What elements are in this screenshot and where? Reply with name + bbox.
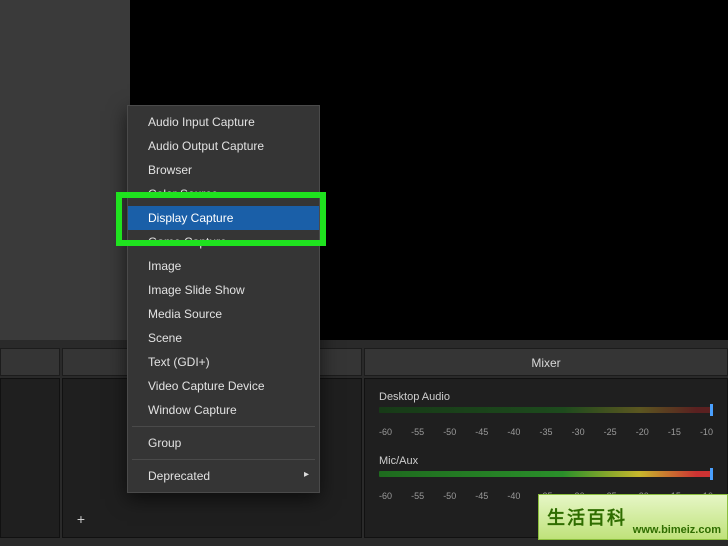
add-source-button[interactable]: + — [71, 509, 91, 529]
mixer-channel-label: Mic/Aux — [379, 455, 713, 467]
tick: -10 — [700, 427, 713, 437]
mixer-meter — [379, 407, 713, 413]
tick: -40 — [507, 491, 520, 501]
menu-item-image-slide-show[interactable]: Image Slide Show — [128, 278, 319, 302]
add-source-context-menu[interactable]: Audio Input Capture Audio Output Capture… — [127, 105, 320, 493]
tick: -55 — [411, 427, 424, 437]
tick: -30 — [572, 427, 585, 437]
menu-item-display-capture[interactable]: Display Capture — [128, 206, 319, 230]
mixer-track[interactable] — [379, 471, 713, 489]
mixer-channel-label: Desktop Audio — [379, 391, 713, 403]
menu-item-group[interactable]: Group — [128, 431, 319, 455]
panel-tab-scenes[interactable] — [0, 348, 60, 376]
mixer-meter — [379, 471, 713, 477]
tick: -25 — [604, 427, 617, 437]
tick: -50 — [443, 491, 456, 501]
left-gutter — [0, 0, 130, 340]
menu-item-color-source[interactable]: Color Source — [128, 182, 319, 206]
tick: -60 — [379, 427, 392, 437]
scenes-panel[interactable] — [0, 378, 60, 538]
menu-item-audio-output-capture[interactable]: Audio Output Capture — [128, 134, 319, 158]
mixer-fader-handle[interactable] — [710, 404, 713, 416]
panel-headers: Mixer — [0, 348, 728, 376]
menu-item-text-gdi[interactable]: Text (GDI+) — [128, 350, 319, 374]
obs-app-frame: Mixer + Desktop Audio -60 -55 -50 -45 -4… — [0, 0, 728, 546]
mixer-track[interactable] — [379, 407, 713, 425]
watermark-text: 生活百科 — [547, 504, 627, 530]
menu-separator — [132, 459, 315, 460]
tick: -45 — [475, 427, 488, 437]
tick: -55 — [411, 491, 424, 501]
menu-item-browser[interactable]: Browser — [128, 158, 319, 182]
menu-item-media-source[interactable]: Media Source — [128, 302, 319, 326]
mixer-channel: Desktop Audio -60 -55 -50 -45 -40 -35 -3… — [379, 391, 713, 437]
menu-item-audio-input-capture[interactable]: Audio Input Capture — [128, 110, 319, 134]
menu-item-scene[interactable]: Scene — [128, 326, 319, 350]
tick: -15 — [668, 427, 681, 437]
tick: -45 — [475, 491, 488, 501]
menu-separator — [132, 426, 315, 427]
watermark-badge: 生活百科 www.bimeiz.com — [538, 494, 728, 540]
tick: -35 — [539, 427, 552, 437]
menu-item-image[interactable]: Image — [128, 254, 319, 278]
menu-item-video-capture-device[interactable]: Video Capture Device — [128, 374, 319, 398]
menu-item-game-capture[interactable]: Game Capture — [128, 230, 319, 254]
menu-item-deprecated[interactable]: Deprecated — [128, 464, 319, 488]
menu-item-window-capture[interactable]: Window Capture — [128, 398, 319, 422]
mixer-fader-handle[interactable] — [710, 468, 713, 480]
watermark-url: www.bimeiz.com — [633, 524, 721, 536]
tick: -20 — [636, 427, 649, 437]
tick: -50 — [443, 427, 456, 437]
mixer-ticks: -60 -55 -50 -45 -40 -35 -30 -25 -20 -15 … — [379, 427, 713, 437]
preview-row — [0, 0, 728, 340]
tick: -40 — [507, 427, 520, 437]
tick: -60 — [379, 491, 392, 501]
panel-tab-mixer[interactable]: Mixer — [364, 348, 728, 376]
